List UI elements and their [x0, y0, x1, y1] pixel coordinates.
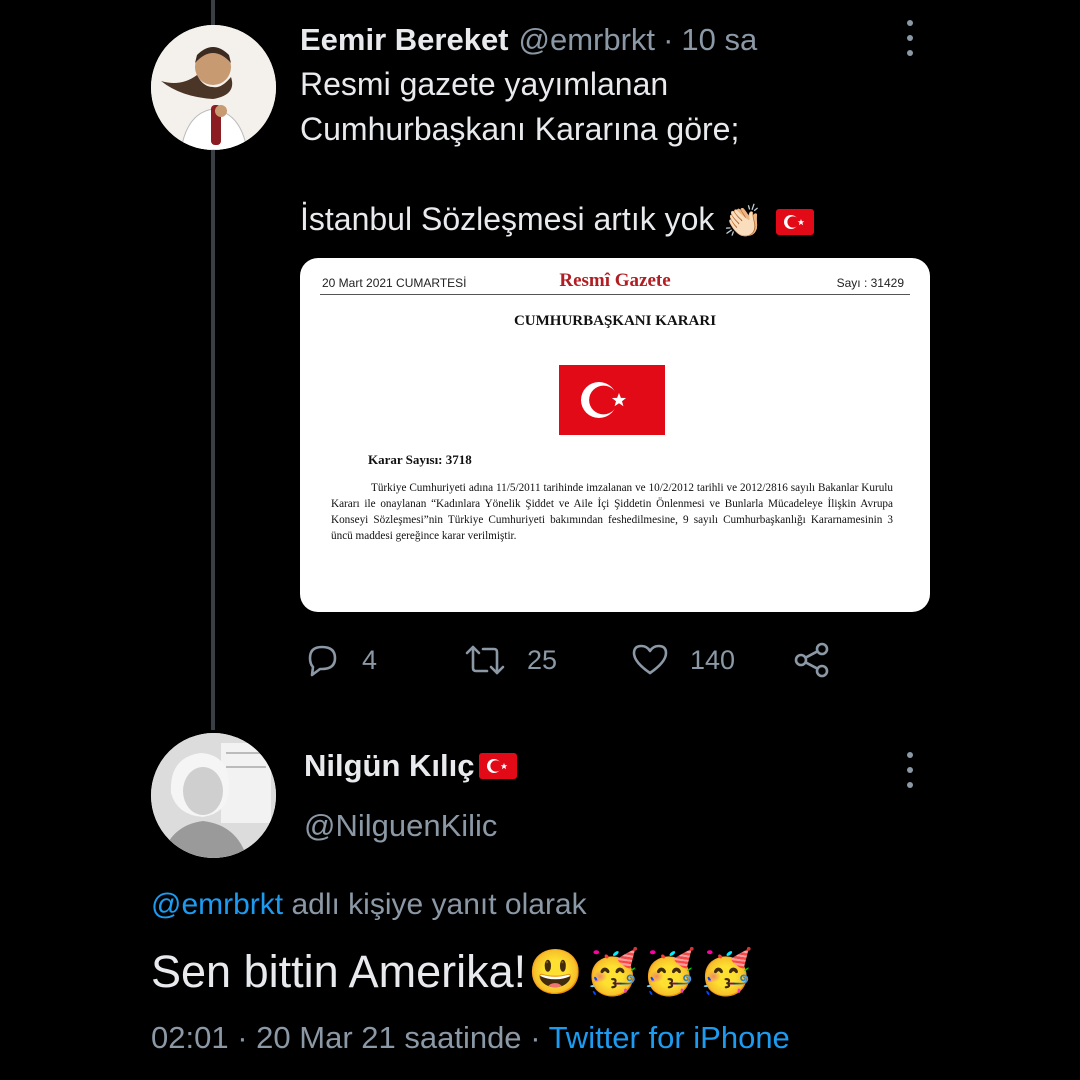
avatar[interactable]: [151, 733, 276, 858]
tweet-text-line: [300, 152, 900, 197]
heart-icon: [632, 644, 668, 675]
reply-author-name-row: Nilgün Kılıç: [304, 748, 517, 784]
turkey-flag-image: [559, 365, 665, 435]
tweet-date[interactable]: 20 Mar 21 saatinde: [256, 1020, 521, 1055]
replying-to-mention[interactable]: @emrbrkt: [151, 888, 283, 921]
share-button[interactable]: [792, 638, 852, 682]
author-handle[interactable]: @emrbrkt: [519, 22, 656, 58]
tweet-text-line: Cumhurbaşkanı Kararına göre;: [300, 111, 740, 147]
reply-author-handle[interactable]: @NilguenKilic: [304, 808, 497, 844]
like-button[interactable]: 140: [630, 638, 735, 682]
separator-dot: ·: [530, 1020, 541, 1055]
more-options-icon[interactable]: [903, 752, 917, 788]
party-face-emoji: 🥳: [698, 948, 754, 997]
clapping-hands-emoji: 👏🏻: [723, 203, 764, 240]
turkey-flag-icon: [776, 208, 815, 235]
gazette-decision-number: Karar Sayısı: 3718: [368, 452, 472, 467]
tweet-text-line-last: İstanbul Sözleşmesi artık yok 👏🏻: [300, 197, 900, 242]
reply-count: 4: [362, 644, 378, 675]
share-icon: [794, 642, 829, 678]
media-image-gazette[interactable]: 20 Mart 2021 CUMARTESİ Resmî Gazete Sayı…: [300, 258, 930, 612]
reply-text-content: Sen bittin Amerika!: [151, 946, 527, 997]
retweet-count: 25: [527, 644, 558, 675]
reply-author-name[interactable]: Nilgün Kılıç: [304, 748, 475, 784]
reply-text: Sen bittin Amerika! 😃 🥳 🥳 🥳: [151, 946, 753, 998]
turkey-flag-icon: [478, 753, 517, 779]
tweet-header: Eemir Bereket @emrbrkt · 10 sa: [300, 20, 757, 60]
retweet-button[interactable]: 25: [463, 638, 557, 682]
retweet-icon: [465, 645, 505, 675]
tweet-timestamp[interactable]: 02:01: [151, 1020, 229, 1055]
tweet-text-line: İstanbul Sözleşmesi artık yok: [300, 201, 715, 237]
tweet-text: Resmi gazete yayımlanan Cumhurbaşkanı Ka…: [300, 62, 900, 242]
replying-to-label: adlı kişiye yanıt olarak: [283, 888, 587, 921]
tweet-meta: 02:01 · 20 Mar 21 saatinde · Twitter for…: [151, 1020, 790, 1056]
party-face-emoji: 🥳: [584, 948, 640, 997]
gazette-body-text: Türkiye Cumhuriyeti adına 11/5/2011 tari…: [331, 482, 893, 542]
separator-dot: ·: [663, 22, 674, 57]
gazette-issue: Sayı : 31429: [836, 276, 904, 290]
more-options-icon[interactable]: [903, 20, 917, 56]
avatar[interactable]: [151, 25, 276, 150]
like-count: 140: [690, 644, 736, 675]
separator-dot: ·: [237, 1020, 248, 1055]
gazette-divider: [320, 294, 910, 295]
tweet-text-line: Resmi gazete yayımlanan: [300, 66, 669, 102]
gazette-heading: CUMHURBAŞKANI KARARI: [513, 313, 717, 329]
reply-icon: [308, 645, 337, 677]
gazette-title: Resmî Gazete: [559, 270, 671, 291]
tweet-source-link[interactable]: Twitter for iPhone: [549, 1020, 790, 1055]
author-name[interactable]: Eemir Bereket: [300, 22, 509, 58]
reply-button[interactable]: 4: [302, 638, 377, 682]
smiling-face-emoji: 😃: [528, 948, 583, 997]
tweet-time[interactable]: 10 sa: [681, 22, 757, 58]
party-face-emoji: 🥳: [641, 948, 697, 997]
replying-to: @emrbrkt adlı kişiye yanıt olarak: [151, 888, 587, 922]
